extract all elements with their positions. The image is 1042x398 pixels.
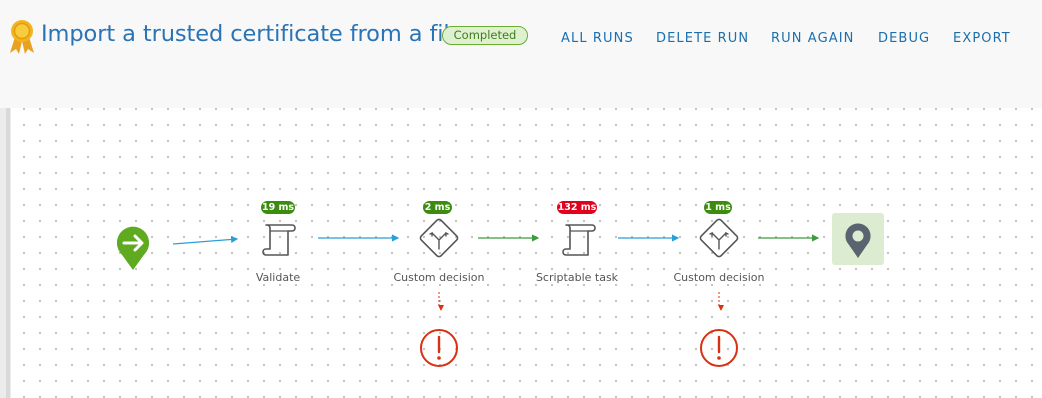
node-label: Validate [255,271,301,284]
error-icon[interactable] [700,329,738,367]
script-icon[interactable] [562,224,596,256]
script-icon[interactable] [262,224,296,256]
connector [172,235,239,245]
decision-icon[interactable] [419,218,459,258]
duration-badge: 1 ms [704,201,732,214]
end-node[interactable] [832,213,884,265]
decision-icon[interactable] [699,218,739,258]
node-label: Scriptable task [535,271,619,284]
duration-badge: 19 ms [261,201,295,214]
workflow-diagram [117,213,884,367]
node-label: Custom decision [393,271,485,284]
duration-badge: 2 ms [423,201,452,214]
duration-badge: 132 ms [557,201,597,214]
node-label: Custom decision [673,271,765,284]
error-icon[interactable] [420,329,458,367]
start-node[interactable] [117,226,149,270]
